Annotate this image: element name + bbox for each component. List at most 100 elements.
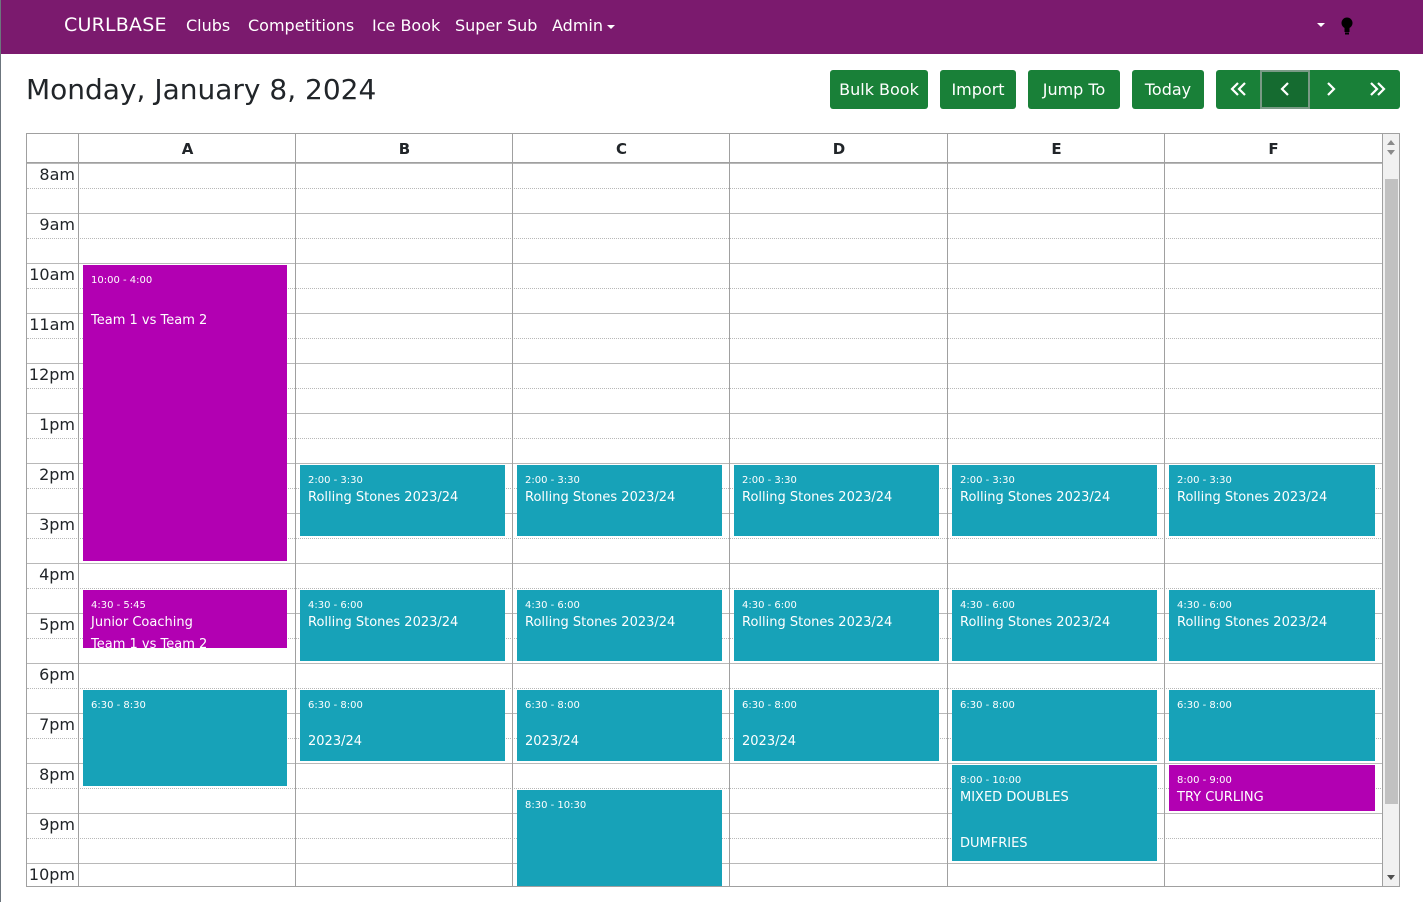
nav-link-super-sub[interactable]: Super Sub [455,16,537,35]
time-label-8pm: 8pm [39,765,75,784]
nav-link-admin[interactable]: Admin [552,16,615,35]
event-block[interactable]: 6:30 - 8:00 [1169,690,1375,761]
event-block[interactable]: 4:30 - 6:00 Rolling Stones 2023/24 [300,590,505,661]
top-navbar: CURLBASE Clubs Competitions Ice Book Sup… [1,0,1423,54]
event-title: Rolling Stones 2023/24 [960,615,1111,630]
event-title: Rolling Stones 2023/24 [525,615,676,630]
nav-link-competitions[interactable]: Competitions [248,16,354,35]
event-time: 6:30 - 8:00 [742,700,797,711]
event-title: Rolling Stones 2023/24 [742,615,893,630]
time-label-6pm: 6pm [39,665,75,684]
event-block[interactable]: 8:30 - 10:30 [517,790,722,886]
scroll-down-small-icon[interactable] [1387,150,1395,155]
today-button[interactable]: Today [1132,70,1204,109]
event-title: TRY CURLING [1177,790,1264,805]
event-time: 2:00 - 3:30 [960,475,1015,486]
sheet-header-c: C [615,140,627,158]
event-block[interactable]: 4:30 - 6:00 Rolling Stones 2023/24 [734,590,939,661]
event-block[interactable]: 2:00 - 3:30 Rolling Stones 2023/24 [300,465,505,536]
event-time: 2:00 - 3:30 [742,475,797,486]
event-time: 6:30 - 8:00 [1177,700,1232,711]
time-label-2pm: 2pm [39,465,75,484]
sheet-header-d: D [832,140,846,158]
event-block[interactable]: 6:30 - 8:00 2023/24 [300,690,505,761]
time-label-9am: 9am [39,215,75,234]
time-label-3pm: 3pm [39,515,75,534]
event-time: 6:30 - 8:00 [525,700,580,711]
event-time: 6:30 - 8:30 [91,700,146,711]
event-time: 4:30 - 5:45 [91,600,146,611]
event-block[interactable]: 6:30 - 8:00 2023/24 [734,690,939,761]
next-day-button[interactable] [1308,70,1354,109]
scroll-down-icon[interactable] [1387,875,1395,880]
time-label-10am: 10am [29,265,75,284]
chevron-right-icon [1327,82,1336,96]
event-title: Junior Coaching [91,615,193,630]
event-block[interactable]: 6:30 - 8:00 2023/24 [517,690,722,761]
time-label-5pm: 5pm [39,615,75,634]
event-block[interactable]: 6:30 - 8:30 [83,690,287,786]
page-title: Monday, January 8, 2024 [26,73,377,106]
jump-to-button[interactable]: Jump To [1028,70,1120,109]
time-label-12pm: 12pm [28,365,75,384]
event-block[interactable]: 2:00 - 3:30 Rolling Stones 2023/24 [734,465,939,536]
sheet-header-a: A [181,140,194,158]
event-time: 4:30 - 6:00 [308,600,363,611]
time-label-10pm: 10pm [28,865,75,884]
nav-link-admin-label: Admin [552,16,603,35]
event-title: Rolling Stones 2023/24 [742,490,893,505]
event-title: 2023/24 [308,734,363,749]
event-time: 4:30 - 6:00 [525,600,580,611]
event-time: 10:00 - 4:00 [91,275,153,286]
ice-calendar: A B C D E F 8am 9am 10am 11am 12pm 1pm 2… [26,133,1400,887]
event-block[interactable]: 4:30 - 6:00 Rolling Stones 2023/24 [952,590,1157,661]
time-label-9pm: 9pm [39,815,75,834]
import-button[interactable]: Import [940,70,1016,109]
lightbulb-icon[interactable] [1341,17,1353,35]
scrollbar-thumb[interactable] [1385,179,1398,804]
event-block[interactable]: 8:00 - 9:00 TRY CURLING [1169,765,1375,811]
event-block[interactable]: 4:30 - 6:00 Rolling Stones 2023/24 [517,590,722,661]
double-left-icon [1230,82,1246,96]
chevron-left-icon [1280,82,1289,96]
event-time: 8:00 - 9:00 [1177,775,1232,786]
brand-logo[interactable]: CURLBASE [64,14,167,36]
event-time: 2:00 - 3:30 [1177,475,1232,486]
event-title: Rolling Stones 2023/24 [960,490,1111,505]
sheet-header-row: A B C D E F [27,134,1383,163]
event-title: Rolling Stones 2023/24 [1177,615,1328,630]
event-block[interactable]: 8:00 - 10:00 MIXED DOUBLES DUMFRIES [952,765,1157,861]
event-time: 6:30 - 8:00 [308,700,363,711]
event-title: Rolling Stones 2023/24 [1177,490,1328,505]
event-block[interactable]: 2:00 - 3:30 Rolling Stones 2023/24 [517,465,722,536]
event-block[interactable]: 2:00 - 3:30 Rolling Stones 2023/24 [1169,465,1375,536]
previous-week-button[interactable] [1216,70,1262,109]
bulk-book-button[interactable]: Bulk Book [830,70,928,109]
time-label-7pm: 7pm [39,715,75,734]
event-block[interactable]: 4:30 - 6:00 Rolling Stones 2023/24 [1169,590,1375,661]
time-label-11am: 11am [29,315,75,334]
user-menu-caret-icon[interactable] [1317,23,1325,27]
event-block[interactable]: 6:30 - 8:00 [952,690,1157,761]
event-block[interactable]: 2:00 - 3:30 Rolling Stones 2023/24 [952,465,1157,536]
event-title: MIXED DOUBLES [960,790,1069,805]
event-time: 4:30 - 6:00 [960,600,1015,611]
event-title: Rolling Stones 2023/24 [308,490,459,505]
scroll-up-icon[interactable] [1387,140,1395,145]
nav-link-ice-book[interactable]: Ice Book [372,16,440,35]
event-title: 2023/24 [742,734,797,749]
double-right-icon [1370,82,1386,96]
next-week-button[interactable] [1354,70,1400,109]
event-block[interactable]: 4:30 - 5:45 Junior Coaching Team 1 vs Te… [83,590,287,648]
event-title: Rolling Stones 2023/24 [525,490,676,505]
event-time: 6:30 - 8:00 [960,700,1015,711]
event-title: Rolling Stones 2023/24 [308,615,459,630]
sheet-header-b: B [398,140,411,158]
nav-link-clubs[interactable]: Clubs [186,16,230,35]
event-time: 8:00 - 10:00 [960,775,1022,786]
previous-day-button[interactable] [1260,70,1310,109]
event-block[interactable]: 10:00 - 4:00 Team 1 vs Team 2 [83,265,287,561]
event-time: 2:00 - 3:30 [525,475,580,486]
event-title: 2023/24 [525,734,580,749]
time-label-1pm: 1pm [39,415,75,434]
